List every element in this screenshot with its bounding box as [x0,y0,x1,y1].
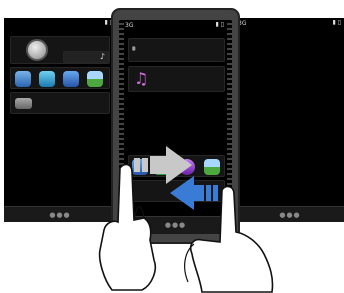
left-hand-icon [98,163,157,291]
right-hand-icon [184,185,274,293]
network-label: 3G [125,22,134,29]
clock-widget[interactable]: ♪ [10,36,110,64]
photos-icon[interactable] [87,71,103,87]
music-note-small-icon: ♪ [99,52,105,61]
music-note-icon: ♫ [134,69,149,88]
messaging-widget[interactable] [10,92,110,114]
status-bar-center: 3G ▮ ▯ [119,20,232,32]
page-indicator-left: ●●● [49,211,71,219]
status-bar-right: 3G ▮ ▯ [236,18,344,30]
signal-widget[interactable]: ⩩ [128,38,225,62]
photos-icon[interactable] [204,159,220,175]
contacts-icon[interactable] [15,71,31,87]
status-bar-left: ▮ ▯ [4,18,116,30]
mail-icon[interactable] [63,71,79,87]
music-mini-widget[interactable]: ♪ [63,51,109,63]
music-player-widget[interactable]: ♫ [128,66,225,92]
page-indicator-right: ●●● [279,211,301,219]
battery-icon: ▮ ▯ [215,21,224,28]
battery-icon: ▮ ▯ [332,19,341,26]
shortcut-widget [10,67,110,89]
clock-icon [26,39,48,61]
web-globe-icon[interactable] [39,71,55,87]
signal-icon: ⩩ [132,45,136,53]
message-bubble-icon [15,98,32,109]
